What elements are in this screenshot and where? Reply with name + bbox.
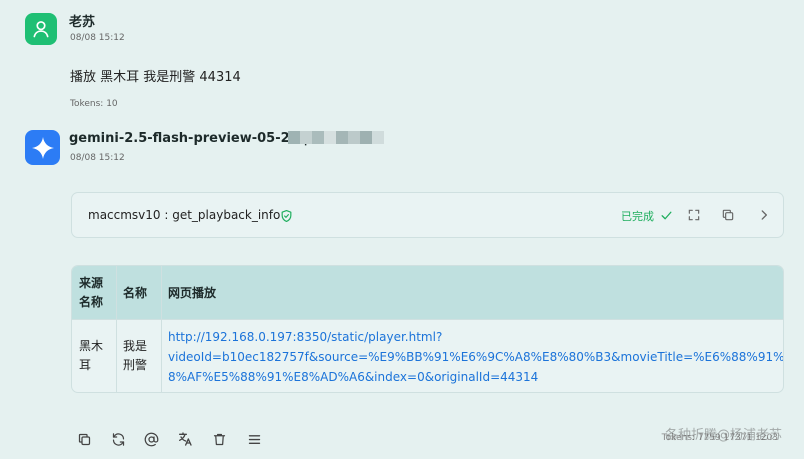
result-table: 来源 名称 名称 网页播放 黑木 耳 我是 刑警 http://192.168.… xyxy=(71,265,784,393)
more-menu-button[interactable] xyxy=(245,430,263,448)
at-sign-icon xyxy=(144,432,158,446)
translate-button[interactable] xyxy=(176,430,194,448)
tool-status-label: 已完成 xyxy=(621,210,654,223)
translate-icon xyxy=(179,432,192,446)
tool-call-card[interactable]: maccmsv10 : get_playback_info 已完成 xyxy=(71,192,784,238)
trash-icon xyxy=(213,433,225,445)
mention-button[interactable] xyxy=(142,430,160,448)
header-web-play: 网页播放 xyxy=(168,286,217,300)
gemini-avatar xyxy=(25,130,60,165)
cell-source-line2: 耳 xyxy=(79,358,92,372)
delete-button[interactable] xyxy=(210,430,228,448)
chevron-right-icon[interactable] xyxy=(757,208,771,222)
watermark: 各种折腾@杨浦老苏 xyxy=(664,428,782,443)
cell-source-line1: 黑木 xyxy=(79,339,104,353)
header-name: 名称 xyxy=(123,286,148,300)
ai-message-time: 08/08 15:12 xyxy=(70,153,125,163)
user-name: 老苏 xyxy=(69,15,96,30)
model-name: gemini-2.5-flash-preview-05-20 | xyxy=(69,131,308,146)
user-message-text: 播放 黑木耳 我是刑警 44314 xyxy=(70,70,241,85)
gemini-star-icon xyxy=(31,136,54,159)
cell-name-line1: 我是 xyxy=(123,339,148,353)
copy-icon xyxy=(78,433,90,445)
user-message-time: 08/08 15:12 xyxy=(70,33,125,43)
copy-icon[interactable] xyxy=(721,208,735,222)
user-message-tokens: Tokens: 10 xyxy=(70,99,118,109)
check-icon xyxy=(661,211,672,220)
player-link-line1[interactable]: http://192.168.0.197:8350/static/player.… xyxy=(168,327,442,347)
redacted-block xyxy=(288,131,384,144)
tool-call-name: maccmsv10 : get_playback_info xyxy=(88,208,281,222)
menu-icon xyxy=(248,434,260,444)
cell-name-line2: 刑警 xyxy=(123,358,148,372)
expand-icon[interactable] xyxy=(687,208,701,222)
regenerate-button[interactable] xyxy=(109,430,127,448)
header-source-name-line1: 来源 xyxy=(79,276,104,290)
header-source-name-line2: 名称 xyxy=(79,295,104,309)
user-icon xyxy=(33,21,49,38)
player-link-line3[interactable]: 8%AF%E5%88%91%E8%AD%A6&index=0&originalI… xyxy=(168,367,538,387)
user-avatar xyxy=(25,13,57,45)
copy-message-button[interactable] xyxy=(75,430,93,448)
shield-check-icon xyxy=(281,209,292,223)
player-link-line2[interactable]: videoId=b10ec182757f&source=%E9%BB%91%E6… xyxy=(168,347,783,367)
refresh-icon xyxy=(112,432,124,446)
